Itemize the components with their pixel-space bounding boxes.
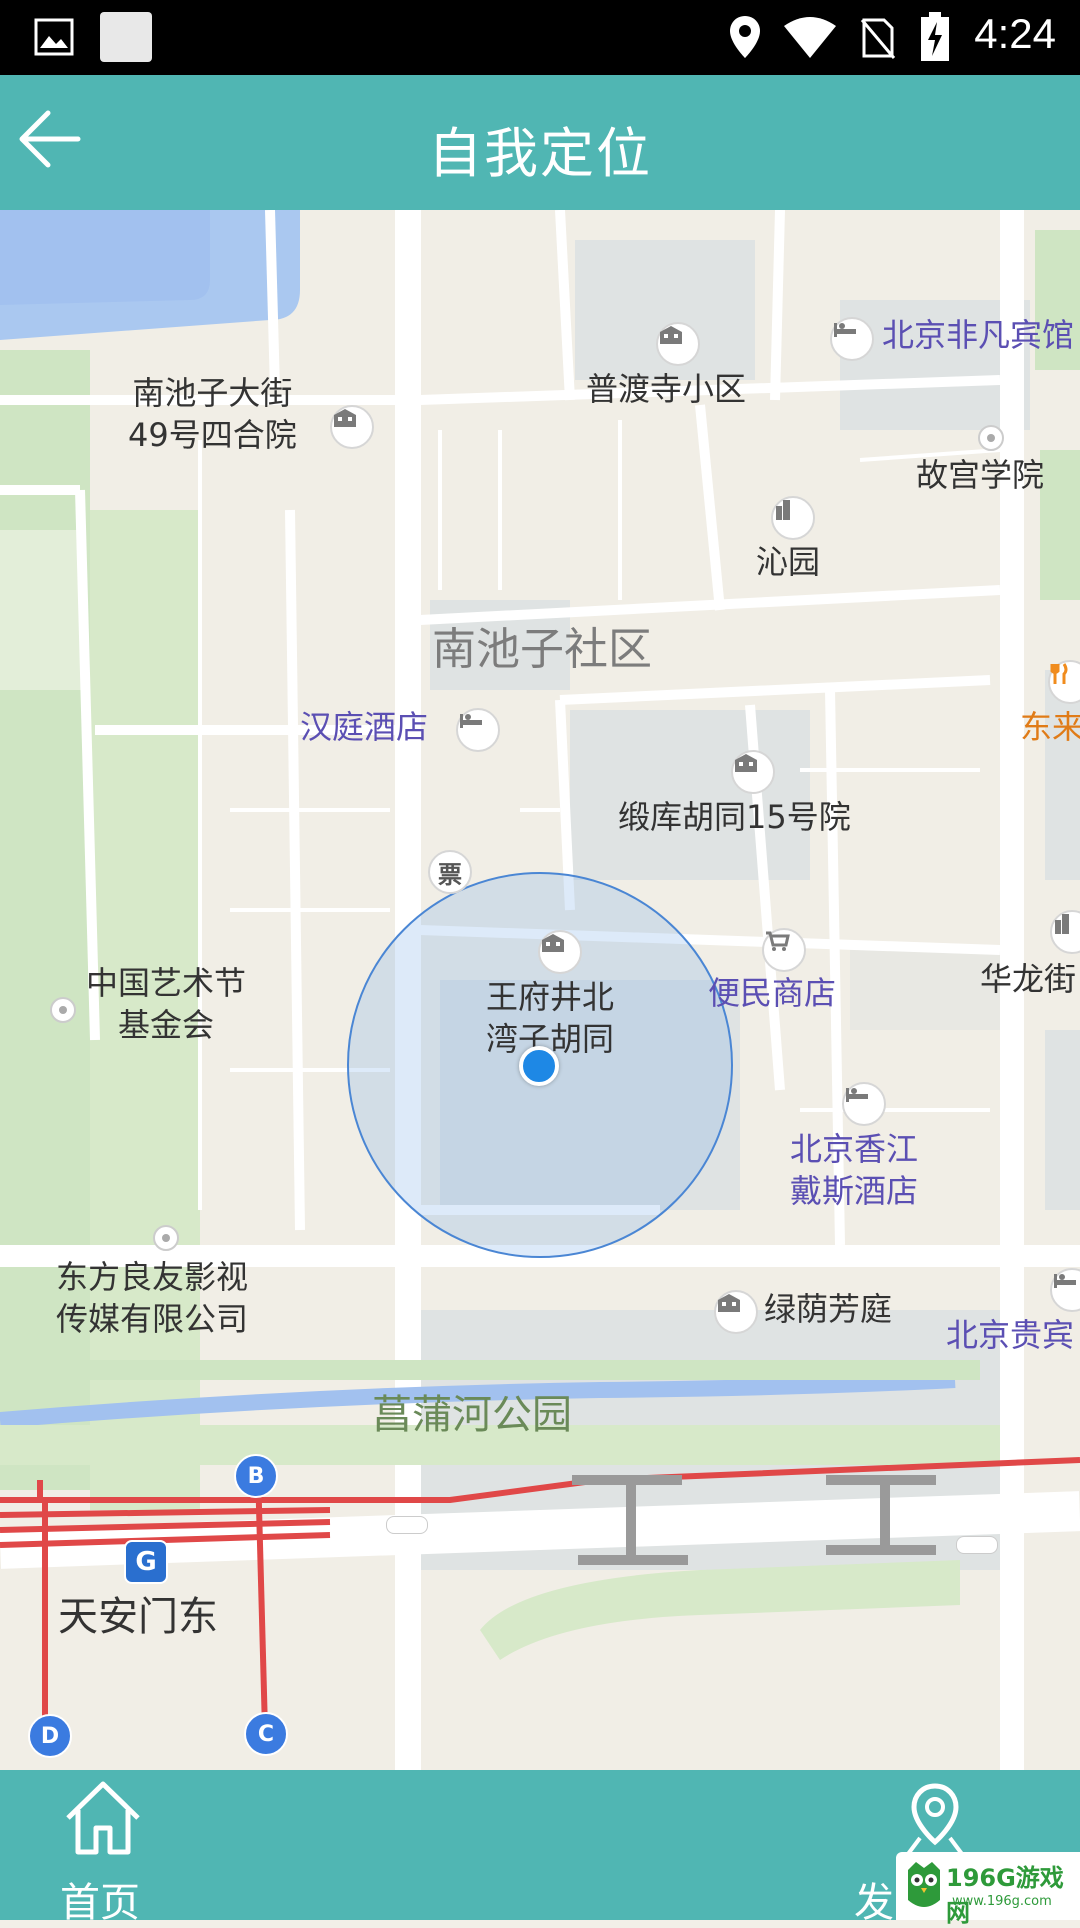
nav-home[interactable]: 首页 xyxy=(50,1770,160,1926)
dot-icon xyxy=(153,1225,179,1251)
poi-feifan[interactable]: 北京非凡宾馆 xyxy=(882,314,1074,356)
poi-changpu[interactable]: 菖蒲河公园 xyxy=(372,1390,572,1440)
watermark-url: www.196g.com xyxy=(952,1894,1052,1909)
no-sim-icon xyxy=(860,18,896,59)
notification-icon xyxy=(100,12,152,62)
poi-nanchizi-shequ[interactable]: 南池子社区 xyxy=(432,622,652,678)
poi-yishujie[interactable]: 中国艺术节 基金会 xyxy=(86,962,246,1046)
poi-wangfujing[interactable]: 王府井北 湾子胡同 xyxy=(486,976,614,1060)
poi-tiananmen-dong[interactable]: 天安门东 xyxy=(58,1592,218,1642)
building-icon xyxy=(731,750,775,794)
page-title: 自我定位 xyxy=(428,122,652,185)
poi-bianmin[interactable]: 便民商店 xyxy=(708,972,836,1014)
hotel-icon xyxy=(830,317,874,361)
status-bar: 4:24 xyxy=(0,0,1080,75)
image-icon xyxy=(34,18,74,56)
metro-exit-d[interactable]: D xyxy=(28,1714,72,1758)
dot-icon xyxy=(50,997,76,1023)
hotel-icon xyxy=(842,1082,886,1126)
building-icon xyxy=(714,1290,758,1334)
cart-icon xyxy=(762,928,806,972)
tower-icon xyxy=(771,496,815,540)
owl-logo-icon xyxy=(908,1862,940,1907)
home-icon xyxy=(66,1781,140,1855)
location-icon xyxy=(730,16,760,58)
map-view[interactable]: 南池子大街 49号四合院 普渡寺小区 北京非凡宾馆 故宫学院 沁园 南池子社区 … xyxy=(0,210,1080,1770)
poi-lvyin[interactable]: 绿荫芳庭 xyxy=(764,1288,892,1330)
location-dot-icon xyxy=(519,1046,559,1086)
nav-home-label: 首页 xyxy=(60,1880,140,1926)
poi-guibin[interactable]: 北京贵宾 xyxy=(946,1314,1074,1356)
traffic-light-icon xyxy=(956,1536,998,1554)
poi-hualong[interactable]: 华龙街 xyxy=(980,958,1076,1000)
ticket-icon: 票 xyxy=(428,850,472,894)
status-time: 4:24 xyxy=(974,10,1056,57)
poi-hanting[interactable]: 汉庭酒店 xyxy=(300,706,428,748)
poi-xiangjiang[interactable]: 北京香江 戴斯酒店 xyxy=(790,1128,918,1212)
metro-exit-b[interactable]: B xyxy=(234,1454,278,1498)
watermark: 196G游戏网 www.196g.com xyxy=(896,1852,1080,1927)
poi-duanku[interactable]: 缎库胡同15号院 xyxy=(618,796,851,838)
metro-icon: G xyxy=(124,1540,168,1584)
traffic-light-icon xyxy=(386,1516,428,1534)
nav-publish-label: 发 xyxy=(854,1880,894,1926)
building-icon xyxy=(656,322,700,366)
battery-charging-icon xyxy=(921,12,949,61)
poi-pudusi[interactable]: 普渡寺小区 xyxy=(586,368,746,410)
location-pin-icon xyxy=(906,1783,964,1856)
wifi-icon xyxy=(784,17,836,58)
dot-icon xyxy=(978,425,1004,451)
poi-dongfang[interactable]: 东方良友影视 传媒有限公司 xyxy=(56,1256,248,1340)
building-icon xyxy=(330,405,374,449)
watermark-title: 196G游戏网 xyxy=(946,1864,1064,1927)
poi-nanchizi-49[interactable]: 南池子大街 49号四合院 xyxy=(128,372,297,456)
metro-exit-c[interactable]: C xyxy=(244,1712,288,1756)
app-bar: 自我定位 xyxy=(0,75,1080,210)
hotel-icon xyxy=(456,708,500,752)
poi-gugong-xueyuan[interactable]: 故宫学院 xyxy=(916,454,1044,496)
building-icon xyxy=(538,930,582,974)
poi-donglai[interactable]: 东来 xyxy=(1020,706,1080,748)
poi-qinyuan[interactable]: 沁园 xyxy=(756,541,820,583)
